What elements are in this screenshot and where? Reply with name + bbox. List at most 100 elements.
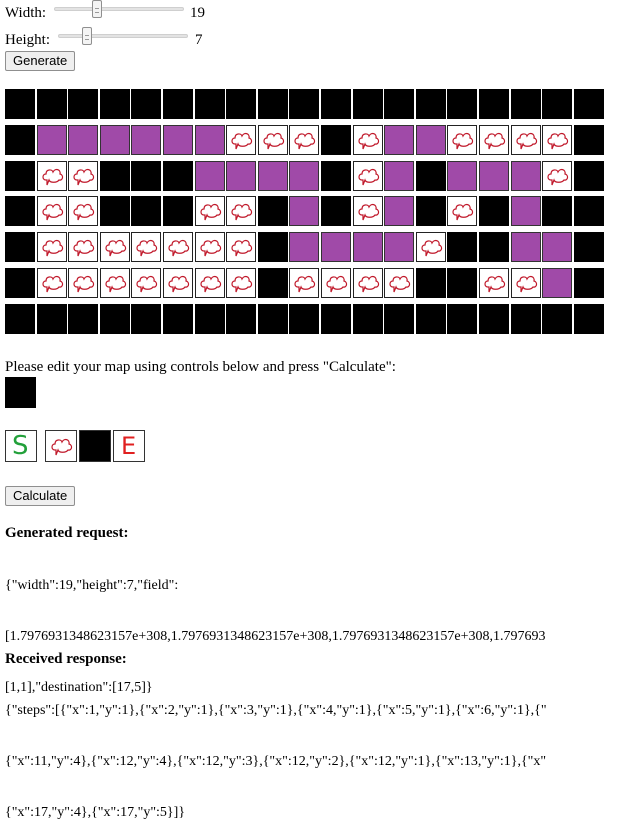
calculate-button[interactable]: Calculate — [5, 486, 76, 506]
map-cell-cloud[interactable] — [226, 268, 256, 298]
map-cell-wall[interactable] — [163, 89, 193, 119]
height-slider[interactable] — [58, 27, 188, 47]
map-cell-cloud[interactable] — [68, 232, 98, 262]
map-cell-path[interactable] — [100, 125, 130, 155]
map-cell-wall[interactable] — [5, 304, 35, 334]
map-cell-wall[interactable] — [131, 89, 161, 119]
cloud-tool[interactable] — [45, 430, 77, 462]
height-slider-thumb[interactable] — [82, 27, 92, 45]
map-cell-wall[interactable] — [479, 89, 509, 119]
map-cell-wall[interactable] — [416, 161, 446, 191]
map-cell-wall[interactable] — [226, 304, 256, 334]
map-cell-wall[interactable] — [163, 161, 193, 191]
map-cell-path[interactable] — [258, 161, 288, 191]
map-cell-cloud[interactable] — [195, 268, 225, 298]
map-cell-cloud[interactable] — [289, 125, 319, 155]
map-cell-path[interactable] — [511, 196, 541, 226]
map-cell-cloud[interactable] — [353, 196, 383, 226]
map-cell-wall[interactable] — [258, 268, 288, 298]
map-cell-cloud[interactable] — [163, 268, 193, 298]
map-cell-wall[interactable] — [321, 89, 351, 119]
map-cell-wall[interactable] — [131, 196, 161, 226]
map-cell-path[interactable] — [37, 125, 67, 155]
map-cell-wall[interactable] — [100, 196, 130, 226]
map-cell-cloud[interactable] — [542, 161, 572, 191]
map-cell-cloud[interactable] — [353, 268, 383, 298]
map-cell-path[interactable] — [384, 232, 414, 262]
map-cell-path[interactable] — [416, 125, 446, 155]
map-cell-wall[interactable] — [416, 304, 446, 334]
map-cell-wall[interactable] — [542, 304, 572, 334]
map-cell-cloud[interactable] — [258, 125, 288, 155]
map-cell-cloud[interactable] — [163, 232, 193, 262]
map-cell-path[interactable] — [542, 232, 572, 262]
map-cell-wall[interactable] — [163, 196, 193, 226]
map-cell-wall[interactable] — [321, 125, 351, 155]
end-tool[interactable]: E — [113, 430, 145, 462]
map-cell-wall[interactable] — [5, 196, 35, 226]
map-cell-path[interactable] — [384, 161, 414, 191]
map-cell-cloud[interactable] — [416, 232, 446, 262]
map-cell-wall[interactable] — [447, 304, 477, 334]
map-cell-cloud[interactable] — [447, 196, 477, 226]
map-cell-wall[interactable] — [289, 89, 319, 119]
map-cell-wall[interactable] — [258, 196, 288, 226]
map-cell-cloud[interactable] — [353, 161, 383, 191]
map-cell-wall[interactable] — [416, 89, 446, 119]
map-cell-cloud[interactable] — [479, 125, 509, 155]
map-cell-cloud[interactable] — [226, 232, 256, 262]
map-cell-wall[interactable] — [479, 304, 509, 334]
map-cell-cloud[interactable] — [384, 268, 414, 298]
map-cell-cloud[interactable] — [511, 125, 541, 155]
map-cell-wall[interactable] — [511, 304, 541, 334]
map-cell-path[interactable] — [479, 161, 509, 191]
map-cell-cloud[interactable] — [447, 125, 477, 155]
map-cell-cloud[interactable] — [37, 232, 67, 262]
map-cell-path[interactable] — [353, 232, 383, 262]
map-cell-wall[interactable] — [195, 304, 225, 334]
map-cell-wall[interactable] — [321, 196, 351, 226]
map-cell-path[interactable] — [384, 196, 414, 226]
map-cell-path[interactable] — [195, 161, 225, 191]
map-cell-wall[interactable] — [163, 304, 193, 334]
map-cell-cloud[interactable] — [289, 268, 319, 298]
map-cell-wall[interactable] — [5, 268, 35, 298]
map-cell-path[interactable] — [289, 232, 319, 262]
map-cell-wall[interactable] — [574, 232, 604, 262]
map-cell-cloud[interactable] — [37, 161, 67, 191]
map-cell-wall[interactable] — [574, 268, 604, 298]
map-cell-cloud[interactable] — [353, 125, 383, 155]
map-cell-cloud[interactable] — [226, 196, 256, 226]
map-cell-path[interactable] — [447, 161, 477, 191]
map-cell-wall[interactable] — [68, 89, 98, 119]
map-cell-wall[interactable] — [447, 232, 477, 262]
map-cell-wall[interactable] — [321, 304, 351, 334]
map-cell-cloud[interactable] — [68, 196, 98, 226]
map-cell-path[interactable] — [226, 161, 256, 191]
map-cell-wall[interactable] — [416, 196, 446, 226]
map-cell-wall[interactable] — [511, 89, 541, 119]
map-cell-wall[interactable] — [100, 304, 130, 334]
map-cell-wall[interactable] — [5, 125, 35, 155]
map-cell-wall[interactable] — [574, 89, 604, 119]
map-cell-cloud[interactable] — [37, 268, 67, 298]
map-cell-wall[interactable] — [68, 304, 98, 334]
map-cell-path[interactable] — [511, 161, 541, 191]
map-cell-wall[interactable] — [131, 304, 161, 334]
generate-button[interactable]: Generate — [5, 51, 76, 71]
map-cell-wall[interactable] — [542, 196, 572, 226]
width-slider[interactable] — [54, 0, 184, 20]
map-cell-path[interactable] — [384, 125, 414, 155]
map-cell-wall[interactable] — [353, 304, 383, 334]
map-cell-wall[interactable] — [131, 161, 161, 191]
start-tool[interactable]: S — [5, 430, 37, 462]
map-cell-path[interactable] — [195, 125, 225, 155]
map-cell-path[interactable] — [321, 232, 351, 262]
map-cell-cloud[interactable] — [68, 268, 98, 298]
map-cell-wall[interactable] — [100, 89, 130, 119]
width-slider-thumb[interactable] — [92, 0, 102, 18]
map-cell-wall[interactable] — [100, 161, 130, 191]
map-cell-cloud[interactable] — [68, 161, 98, 191]
map-cell-cloud[interactable] — [131, 268, 161, 298]
map-cell-wall[interactable] — [479, 196, 509, 226]
